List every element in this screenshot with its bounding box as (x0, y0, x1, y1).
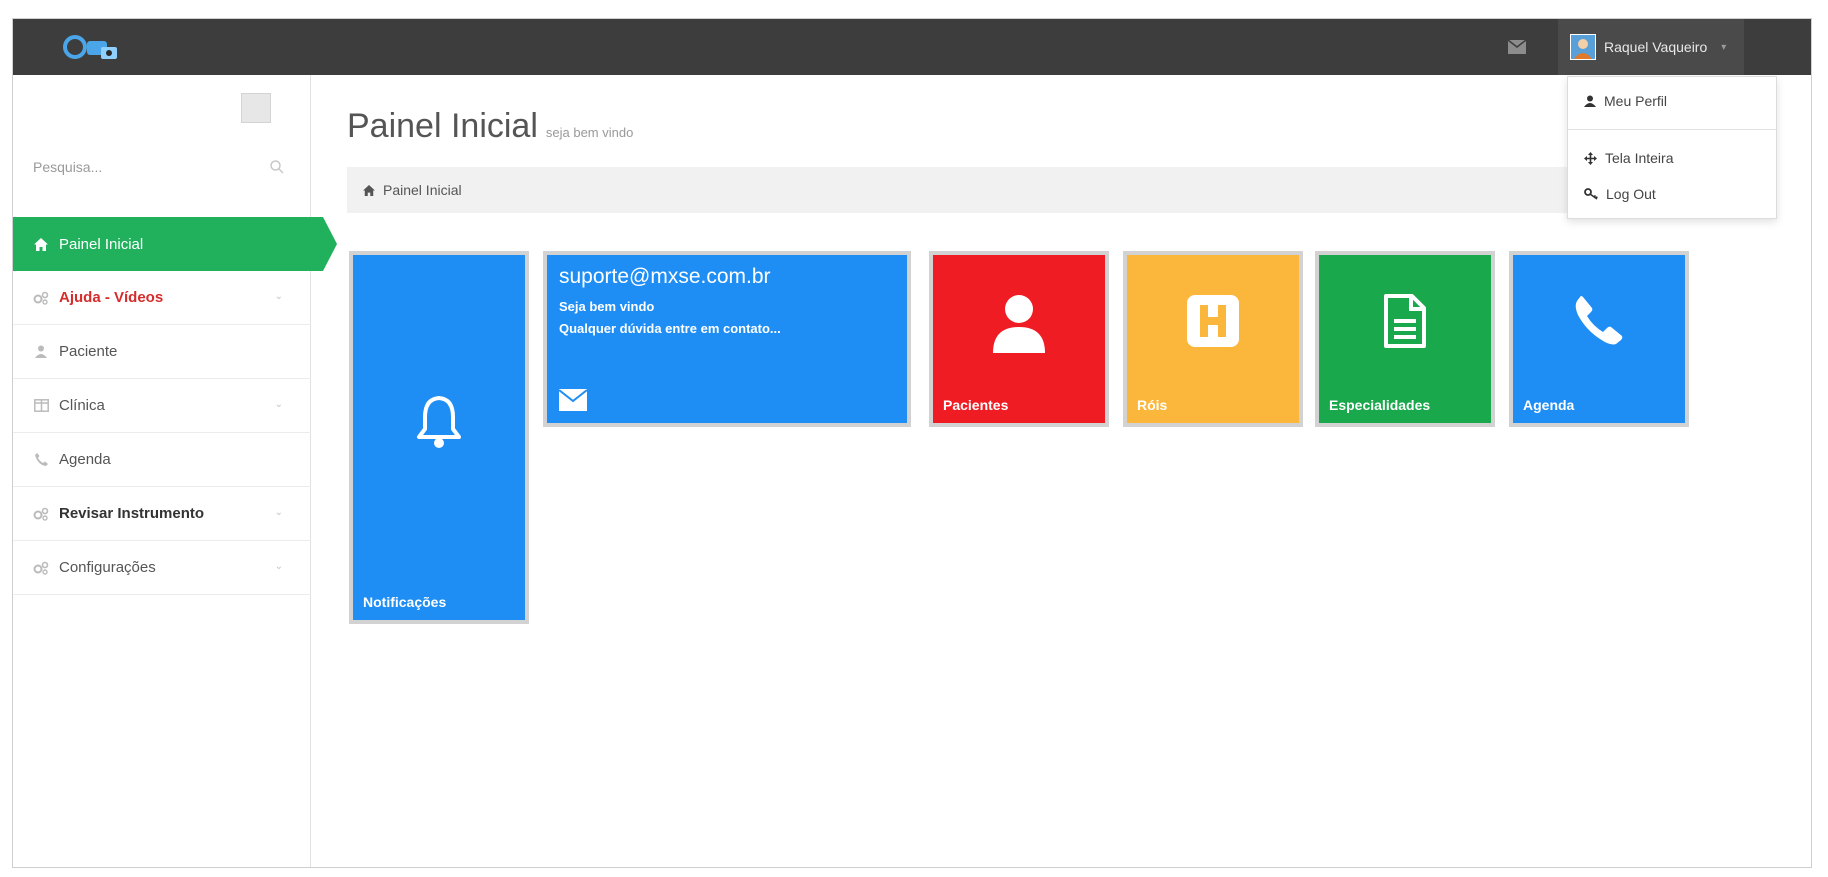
hospital-icon (1187, 295, 1239, 347)
tile-pacientes[interactable]: Pacientes (929, 251, 1109, 427)
phone-icon (1575, 296, 1623, 345)
sidebar-item-label: Configurações (59, 559, 156, 576)
page-subtitle: seja bem vindo (545, 125, 634, 140)
tile-label: Notificações (363, 594, 447, 610)
breadcrumb-item[interactable]: Painel Inicial (383, 182, 462, 198)
sidebar-item-clinica[interactable]: Clínica ⌄ (13, 379, 311, 433)
user-icon (1584, 95, 1596, 107)
contact-text: Qualquer dúvida entre em contato... (559, 321, 781, 336)
sidebar: Painel Inicial Ajuda - Vídeos ⌄ Paciente (13, 75, 337, 867)
tile-agenda[interactable]: Agenda (1509, 251, 1689, 427)
support-email: suporte@mxse.com.br (559, 265, 771, 288)
sidebar-item-configuracoes[interactable]: Configurações ⌄ (13, 541, 311, 595)
tile-label: Agenda (1523, 397, 1575, 413)
sidebar-item-label: Agenda (59, 451, 111, 468)
tile-label: Róis (1137, 397, 1168, 413)
top-bar: Raquel Vaqueiro ▾ (13, 19, 1811, 75)
divider (1568, 129, 1776, 130)
sidebar-item-paciente[interactable]: Paciente (13, 325, 311, 379)
messages-button[interactable] (1505, 37, 1529, 57)
tile-label: Especialidades (1329, 397, 1431, 413)
home-icon (33, 236, 49, 252)
bell-icon (417, 396, 461, 448)
sidebar-item-revisar-instrumento[interactable]: Revisar Instrumento ⌄ (13, 487, 311, 541)
user-menu-button[interactable]: Raquel Vaqueiro ▾ (1558, 19, 1745, 75)
page-title-text: Painel Inicial (347, 107, 538, 145)
chevron-down-icon: ⌄ (274, 291, 283, 302)
sidebar-item-label: Painel Inicial (59, 235, 144, 253)
move-icon (1584, 151, 1597, 165)
document-icon (1384, 294, 1426, 348)
columns-icon (33, 398, 49, 414)
sidebar-item-label: Clínica (59, 397, 105, 414)
tile-rois[interactable]: Róis (1123, 251, 1303, 427)
menu-item-my-profile[interactable]: Meu Perfil (1568, 83, 1776, 119)
sidebar-item-label: Ajuda - Vídeos (59, 289, 164, 306)
chevron-down-icon: ▾ (1721, 41, 1727, 53)
phone-icon (33, 452, 49, 468)
chevron-down-icon: ⌄ (274, 561, 283, 572)
tile-especialidades[interactable]: Especialidades (1315, 251, 1495, 427)
sidebar-item-label: Paciente (59, 343, 118, 360)
envelope-icon (559, 389, 587, 411)
menu-item-label: Tela Inteira (1605, 150, 1674, 166)
gears-icon (33, 290, 49, 306)
app-window: Raquel Vaqueiro ▾ Meu Perfil Tela Inteir… (12, 18, 1812, 868)
menu-item-log-out[interactable]: Log Out (1568, 176, 1776, 212)
menu-item-label: Meu Perfil (1604, 93, 1668, 109)
sidebar-item-ajuda-videos[interactable]: Ajuda - Vídeos ⌄ (13, 271, 311, 325)
key-icon (1584, 188, 1598, 200)
welcome-text: Seja bem vindo (559, 299, 655, 314)
sidebar-item-label: Revisar Instrumento (59, 505, 205, 522)
sidebar-toggle-button[interactable] (241, 93, 271, 123)
user-icon (33, 344, 49, 360)
menu-item-fullscreen[interactable]: Tela Inteira (1568, 140, 1776, 176)
search-input[interactable] (33, 151, 289, 183)
breadcrumb: Painel Inicial (347, 167, 1767, 213)
home-icon (363, 184, 375, 196)
tile-notificacoes[interactable]: Notificações (349, 251, 529, 624)
gears-icon (33, 560, 49, 576)
user-name: Raquel Vaqueiro (1604, 39, 1708, 55)
sidebar-search (33, 151, 289, 183)
menu-item-label: Log Out (1606, 186, 1656, 202)
user-dropdown-menu: Meu Perfil Tela Inteira Log Out (1567, 76, 1777, 219)
envelope-icon (1508, 40, 1526, 54)
sidebar-item-painel-inicial[interactable]: Painel Inicial (13, 217, 337, 271)
sidebar-menu: Painel Inicial Ajuda - Vídeos ⌄ Paciente (13, 217, 337, 595)
tile-contato-suporte[interactable]: suporte@mxse.com.br Seja bem vindo Qualq… (543, 251, 911, 427)
tile-label: Pacientes (943, 397, 1009, 413)
avatar (1570, 34, 1596, 60)
chevron-down-icon: ⌄ (274, 399, 283, 410)
search-icon[interactable] (269, 159, 285, 175)
app-logo[interactable] (61, 31, 123, 63)
page-title: Painel Inicial seja bem vindo (347, 107, 633, 146)
user-icon (993, 295, 1045, 353)
chevron-down-icon: ⌄ (274, 507, 283, 518)
gears-icon (33, 506, 49, 522)
sidebar-item-agenda[interactable]: Agenda (13, 433, 311, 487)
